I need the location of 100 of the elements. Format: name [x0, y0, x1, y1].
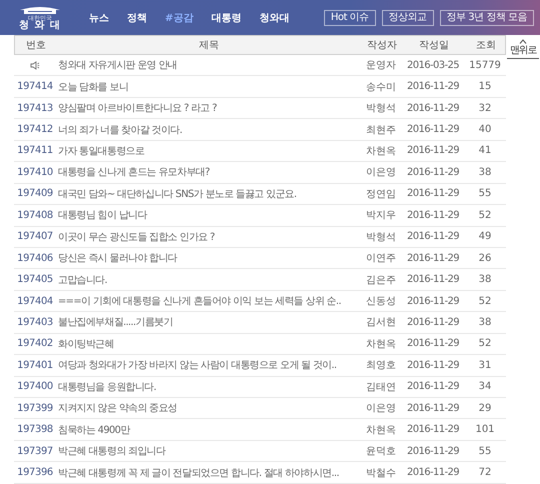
post-title-link[interactable]: 박근혜 대통령께 꼭 제 글이 전달되었으면 합니다. 절대 하야하시면... [56, 466, 360, 480]
post-number: 197413 [16, 102, 54, 114]
back-to-top-button[interactable]: 맨위로 [507, 39, 539, 59]
views-cell-text: 52 [478, 296, 492, 307]
post-number: 197402 [16, 338, 54, 350]
column-header: 조회 [475, 39, 497, 52]
author-cell-text: 차현옥 [365, 144, 397, 158]
nav-tab[interactable]: 청와대 [250, 10, 298, 24]
post-number: 197401 [16, 360, 54, 371]
views-cell-text: 52 [478, 338, 492, 350]
author-cell-text: 박지우 [365, 209, 397, 222]
author-cell-text: 최영호 [365, 359, 397, 372]
header-button[interactable]: 정상외교 [382, 10, 434, 26]
views-cell-text: 55 [478, 188, 492, 200]
header-button[interactable]: 정부 3년 정책 모음 [440, 10, 534, 26]
date-cell-text: 2016-11-29 [406, 252, 460, 264]
post-title-link[interactable]: 가자 통일대통령으로 [56, 144, 360, 158]
author-cell-text: 박형석 [365, 102, 397, 116]
author-cell-text: 김서현 [365, 316, 397, 330]
date-cell-text: 2016-11-29 [406, 102, 460, 114]
post-title-link[interactable]: 대국민 담와~ 대단하십니다 SNS가 분노로 들끓고 있군요. [56, 186, 360, 201]
post-title-link[interactable]: 당신은 즉시 물러나야 합니다 [56, 251, 360, 266]
post-title-link[interactable]: 지켜지지 않은 약속의 중요성 [56, 401, 360, 416]
views-cell-text: 26 [478, 252, 492, 264]
post-title-link[interactable]: 대통령을 신나게 흔드는 유모차부대? [56, 165, 360, 180]
date-cell-text: 2016-11-29 [406, 210, 460, 221]
post-title-link[interactable]: 여당과 청와대가 가장 바라지 않는 사람이 대통령으로 오게 될 것이.. [56, 358, 360, 372]
post-number: 197406 [16, 252, 54, 264]
date-cell-text: 2016-11-29 [406, 316, 460, 328]
date-cell-text: 2016-11-29 [406, 296, 460, 307]
date-cell-text: 2016-11-29 [406, 188, 460, 200]
author-cell-text: 윤덕호 [365, 445, 397, 458]
date-cell-text: 2016-11-29 [406, 467, 460, 478]
views-cell-text: 38 [478, 274, 492, 286]
post-title-link[interactable]: 청와대 자유게시판 운영 안내 [56, 58, 360, 72]
views-cell-text: 55 [478, 446, 492, 457]
column-header: 번호 [25, 39, 47, 52]
post-number: 197403 [16, 316, 54, 328]
column-header: 제목 [198, 39, 220, 52]
author-cell-text: 신동성 [365, 295, 397, 308]
views-cell-text: 101 [474, 424, 496, 436]
date-cell-text: 2016-11-29 [406, 402, 460, 414]
author-cell-text: 운영자 [365, 59, 397, 72]
post-number: 197412 [16, 124, 54, 136]
views-cell-text: 32 [478, 102, 492, 114]
date-cell-text: 2016-11-29 [406, 360, 460, 371]
post-number: 197398 [16, 424, 54, 436]
nav-tab[interactable]: 뉴스 [80, 10, 118, 24]
post-title-link[interactable]: 불난집에부채질.....기름붓기 [56, 315, 360, 330]
author-cell-text: 최현주 [365, 124, 397, 137]
author-cell-text: 정연임 [365, 188, 397, 201]
author-cell-text: 차현옥 [365, 424, 397, 437]
author-cell-text: 이연주 [365, 252, 397, 266]
column-header: 작성자 [366, 39, 398, 52]
building-icon [18, 4, 62, 14]
views-cell-text: 38 [478, 166, 492, 178]
logo-title: 청 와 대 [19, 20, 61, 30]
post-number: 197408 [16, 210, 54, 221]
nav-tab[interactable]: #공감 [156, 10, 202, 24]
post-title-link[interactable]: 오늘 담화를 보니 [56, 80, 360, 94]
views-cell-text: 29 [478, 402, 492, 414]
date-cell-text: 2016-11-29 [406, 166, 460, 178]
post-title-link[interactable]: 대통령님을 응원합니다. [56, 380, 360, 394]
post-title-link[interactable]: 침묵하는 4900만 [56, 422, 360, 437]
author-cell-text: 김태연 [365, 380, 397, 394]
caret-up-icon [519, 39, 527, 44]
views-cell-text: 31 [478, 360, 492, 371]
date-cell-text: 2016-11-29 [406, 145, 460, 156]
post-title-link[interactable]: 화이팅박근혜 [56, 336, 360, 351]
date-cell-text: 2016-11-29 [406, 338, 460, 350]
post-title-link[interactable]: 박근혜 대통령의 죄입니다 [56, 444, 360, 458]
post-title-link[interactable]: 양심팔며 아르바이트한다니요 ? 라고 ? [56, 101, 360, 116]
post-number: 197414 [16, 81, 54, 92]
post-number: 197399 [16, 402, 54, 414]
post-title-link[interactable]: 너의 죄가 너를 찾아갈 것이다. [56, 122, 360, 137]
author-cell-text: 박철수 [365, 466, 397, 480]
date-cell-text: 2016-11-29 [406, 381, 460, 392]
post-title-link[interactable]: ===이 기회에 대통령을 신나게 흔들어야 이익 보는 세력들 상위 순.. [56, 294, 360, 308]
views-cell-text: 52 [478, 210, 492, 221]
date-cell-text: 2016-11-29 [406, 124, 460, 136]
post-number: 197410 [16, 166, 54, 178]
nav-tab[interactable]: 대통령 [202, 10, 250, 24]
date-cell-text: 2016-11-29 [406, 446, 460, 457]
author-cell-text: 이은영 [365, 402, 397, 416]
header-button[interactable]: Hot 이슈 [324, 10, 376, 26]
date-cell-text: 2016-03-25 [406, 60, 460, 71]
post-number: 197396 [16, 467, 54, 478]
date-cell-text: 2016-11-29 [406, 424, 460, 436]
views-cell-text: 34 [478, 381, 492, 392]
post-number: 197411 [16, 145, 54, 156]
nav-tab[interactable]: 정책 [118, 10, 156, 24]
column-header: 작성일 [418, 39, 450, 52]
post-title-link[interactable]: 대통령님 힘이 납니다 [56, 208, 360, 222]
speaker-icon [30, 60, 40, 70]
post-title-link[interactable]: 고맙습니다. [56, 272, 360, 287]
author-cell-text: 김은주 [365, 274, 397, 287]
views-cell-text: 49 [478, 231, 492, 242]
post-title-link[interactable]: 이곳이 무슨 광신도들 집합소 인가요 ? [56, 230, 360, 244]
views-cell-text: 72 [478, 467, 492, 478]
post-number: 197400 [16, 381, 54, 392]
